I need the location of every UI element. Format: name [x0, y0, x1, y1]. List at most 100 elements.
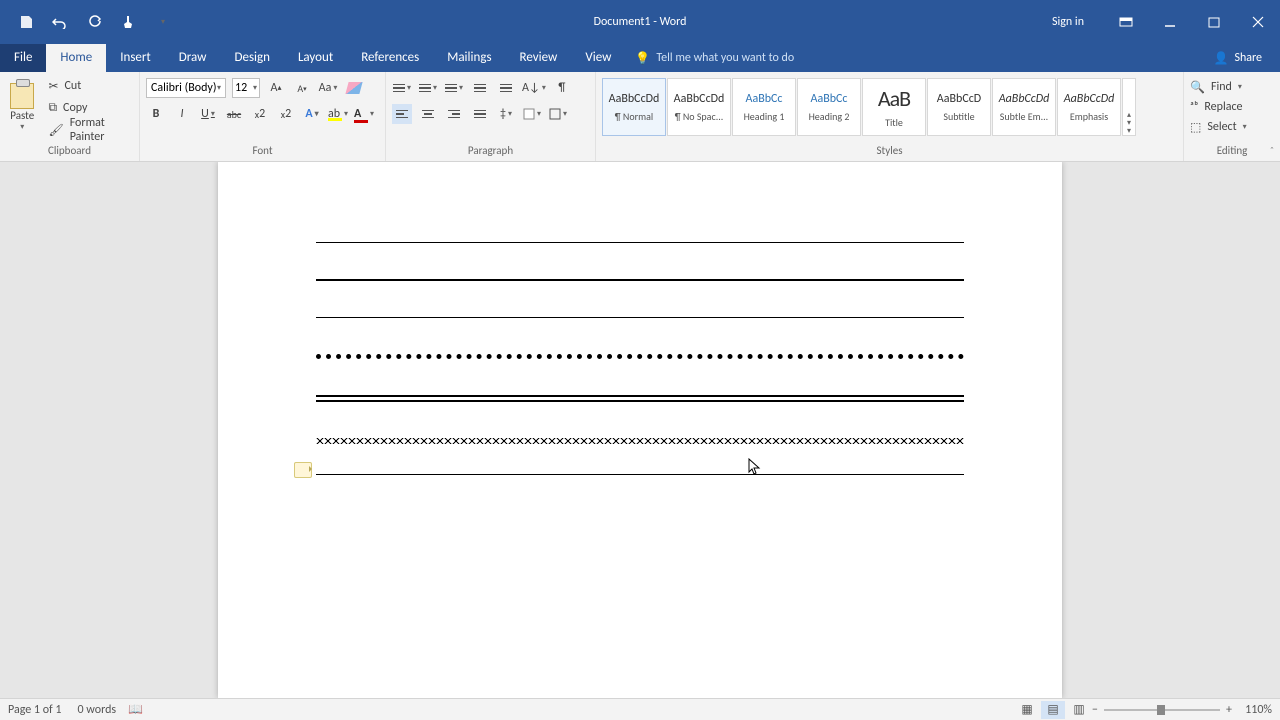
ribbon: Paste ▾ ✂Cut ⧉Copy 🖌Format Painter Clipb… — [0, 72, 1280, 162]
align-right-icon[interactable] — [444, 104, 464, 124]
window-title: Document1 - Word — [594, 15, 687, 29]
lightbulb-icon: 💡 — [635, 51, 650, 66]
select-button[interactable]: ⬚Select▾ — [1190, 118, 1274, 136]
group-label-paragraph: Paragraph — [392, 144, 589, 159]
find-button[interactable]: 🔍Find▾ — [1190, 78, 1274, 96]
tab-draw[interactable]: Draw — [165, 44, 221, 72]
style-title[interactable]: AaBTitle — [862, 78, 926, 136]
horizontal-line-dotted — [316, 354, 964, 359]
superscript-button[interactable]: x2 — [276, 104, 296, 124]
close-icon[interactable] — [1236, 0, 1280, 44]
save-icon[interactable] — [18, 14, 34, 30]
horizontal-line-wavy — [316, 438, 964, 444]
style-subtle-em---[interactable]: AaBbCcDdSubtle Em... — [992, 78, 1056, 136]
bold-button[interactable]: B — [146, 104, 166, 124]
sort-icon[interactable]: A↓ — [522, 78, 546, 98]
tab-review[interactable]: Review — [506, 44, 572, 72]
style-emphasis[interactable]: AaBbCcDdEmphasis — [1057, 78, 1121, 136]
font-size-combo[interactable]: 12▾ — [232, 78, 260, 98]
zoom-out-icon[interactable]: − — [1092, 703, 1098, 717]
redo-icon[interactable] — [86, 14, 102, 30]
strikethrough-button[interactable]: abc — [224, 104, 244, 124]
style---normal[interactable]: AaBbCcDd¶ Normal — [602, 78, 666, 136]
clipboard-icon — [10, 83, 34, 109]
sign-in-link[interactable]: Sign in — [1052, 15, 1084, 29]
tab-mailings[interactable]: Mailings — [433, 44, 505, 72]
tell-me-search[interactable]: 💡 Tell me what you want to do — [635, 44, 794, 72]
paste-button[interactable]: Paste ▾ — [6, 76, 38, 138]
print-layout-icon[interactable]: ▤ — [1041, 701, 1065, 719]
justify-icon[interactable] — [470, 104, 490, 124]
grow-font-icon[interactable]: A▴ — [266, 78, 286, 98]
tab-view[interactable]: View — [571, 44, 625, 72]
multilevel-list-icon[interactable] — [444, 78, 464, 98]
page[interactable] — [218, 162, 1062, 698]
line-spacing-icon[interactable]: ‡ — [496, 104, 516, 124]
brush-icon: 🖌 — [48, 123, 63, 138]
clear-formatting-icon[interactable] — [344, 78, 364, 98]
tab-insert[interactable]: Insert — [106, 44, 165, 72]
cut-button[interactable]: ✂Cut — [48, 76, 133, 96]
copy-button[interactable]: ⧉Copy — [48, 98, 133, 118]
borders-icon[interactable] — [548, 104, 568, 124]
shading-icon[interactable] — [522, 104, 542, 124]
group-label-styles: Styles — [602, 144, 1177, 159]
zoom-track[interactable] — [1104, 709, 1220, 711]
group-label-clipboard: Clipboard — [6, 144, 133, 159]
autocorrect-options-icon[interactable] — [294, 462, 312, 478]
tab-design[interactable]: Design — [220, 44, 283, 72]
spell-check-icon[interactable]: 📖 — [128, 702, 143, 717]
align-left-icon[interactable] — [392, 104, 412, 124]
undo-icon[interactable] — [52, 14, 68, 30]
increase-indent-icon[interactable] — [496, 78, 516, 98]
ribbon-tabs: File Home Insert Draw Design Layout Refe… — [0, 44, 1280, 72]
tab-home[interactable]: Home — [46, 44, 106, 72]
tab-file[interactable]: File — [0, 44, 46, 72]
replace-button[interactable]: ᵃᵇReplace — [1190, 98, 1274, 116]
ribbon-display-icon[interactable] — [1104, 0, 1148, 44]
style---no-spac---[interactable]: AaBbCcDd¶ No Spac... — [667, 78, 731, 136]
styles-gallery-more[interactable]: ▴▾▾ — [1122, 78, 1136, 136]
cursor-icon: ⬚ — [1190, 120, 1201, 135]
numbering-icon[interactable] — [418, 78, 438, 98]
zoom-value[interactable]: 110% — [1238, 703, 1272, 717]
touch-mode-icon[interactable] — [120, 14, 136, 30]
underline-button[interactable]: U — [198, 104, 218, 124]
font-color-icon[interactable]: A — [354, 104, 374, 124]
group-label-font: Font — [146, 144, 379, 159]
share-icon: 👤 — [1213, 51, 1228, 66]
subscript-button[interactable]: x2 — [250, 104, 270, 124]
zoom-in-icon[interactable]: + — [1226, 703, 1232, 717]
read-mode-icon[interactable]: ▦ — [1015, 701, 1039, 719]
style-heading-2[interactable]: AaBbCcHeading 2 — [797, 78, 861, 136]
change-case-icon[interactable]: Aa — [318, 78, 338, 98]
highlight-color-icon[interactable]: ab — [328, 104, 348, 124]
share-button[interactable]: 👤 Share — [1203, 44, 1272, 72]
minimize-icon[interactable] — [1148, 0, 1192, 44]
align-center-icon[interactable] — [418, 104, 438, 124]
format-painter-button[interactable]: 🖌Format Painter — [48, 120, 133, 140]
mouse-pointer-icon — [748, 458, 762, 476]
font-name-combo[interactable]: Calibri (Body)▾ — [146, 78, 226, 98]
style-heading-1[interactable]: AaBbCcHeading 1 — [732, 78, 796, 136]
tab-layout[interactable]: Layout — [284, 44, 347, 72]
page-indicator[interactable]: Page 1 of 1 — [8, 703, 62, 717]
horizontal-line-medium — [316, 279, 964, 281]
group-label-editing: Editing — [1190, 144, 1274, 159]
zoom-slider[interactable]: − + 110% — [1092, 703, 1272, 717]
scissors-icon: ✂ — [48, 79, 58, 94]
italic-button[interactable]: I — [172, 104, 192, 124]
horizontal-line-thin — [316, 474, 964, 475]
text-effects-icon[interactable]: A — [302, 104, 322, 124]
tab-references[interactable]: References — [347, 44, 433, 72]
style-subtitle[interactable]: AaBbCcDSubtitle — [927, 78, 991, 136]
shrink-font-icon[interactable]: A▾ — [292, 78, 312, 98]
decrease-indent-icon[interactable] — [470, 78, 490, 98]
show-hide-marks-icon[interactable]: ¶ — [552, 78, 572, 98]
web-layout-icon[interactable]: ▥ — [1067, 701, 1091, 719]
qat-customize-icon[interactable] — [154, 14, 170, 30]
collapse-ribbon-icon[interactable]: ˆ — [1270, 144, 1274, 157]
maximize-icon[interactable] — [1192, 0, 1236, 44]
word-count[interactable]: 0 words — [78, 703, 117, 717]
bullets-icon[interactable] — [392, 78, 412, 98]
